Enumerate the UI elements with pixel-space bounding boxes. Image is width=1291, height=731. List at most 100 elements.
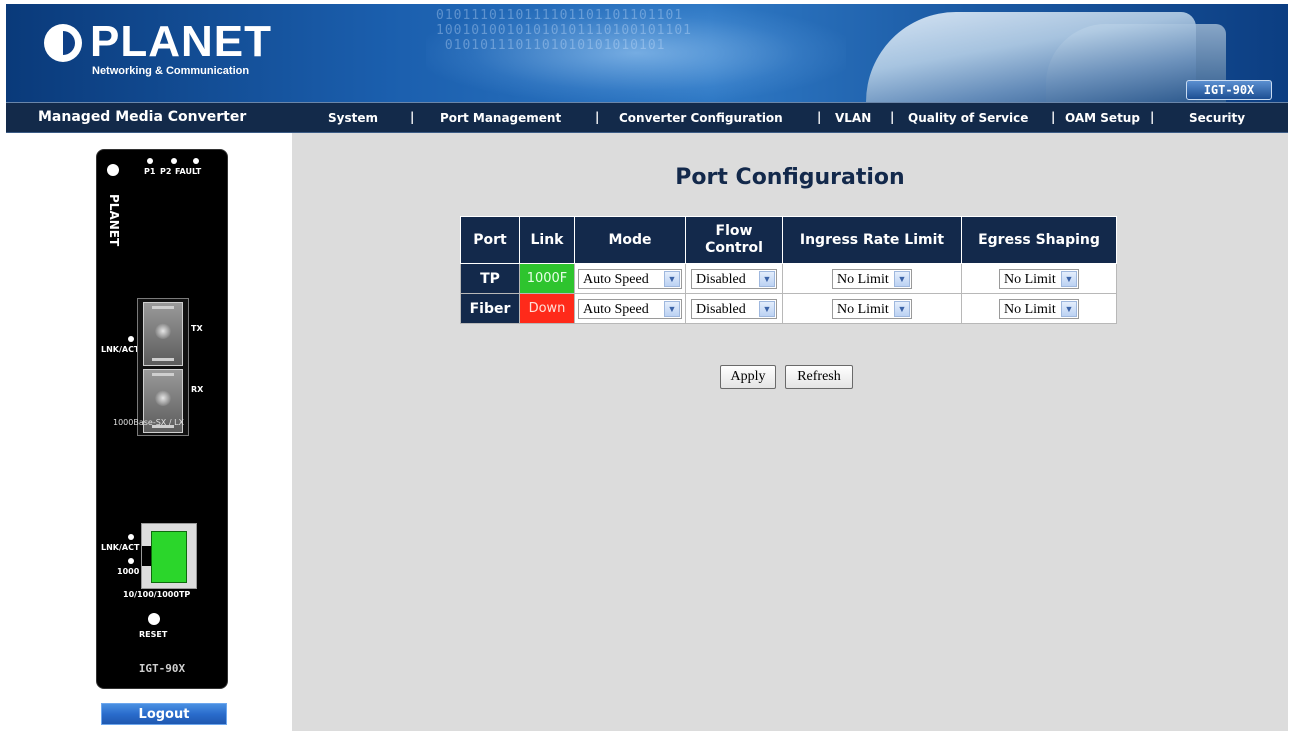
apply-button[interactable]: Apply <box>720 365 776 389</box>
chevron-down-icon: ▼ <box>759 270 775 287</box>
sfp-lnk-label: LNK/ACT <box>101 345 140 354</box>
left-panel: P1 P2 FAULT PLANET LNK/ACT TX RX 1000Bas… <box>6 133 292 731</box>
planet-logo: PLANET Networking & Communication <box>44 18 274 80</box>
flow-control-cell: Disabled ▼ <box>685 263 783 294</box>
logout-button[interactable]: Logout <box>101 703 227 725</box>
nav-item-port-management[interactable]: Port Management <box>440 111 561 125</box>
ingress-cell: No Limit ▼ <box>782 293 962 324</box>
p1-led-icon <box>147 158 153 164</box>
nav-item-quality-of-service[interactable]: Quality of Service <box>908 111 1028 125</box>
nav-separator: | <box>890 110 895 124</box>
led-label-p2: P2 <box>160 167 172 176</box>
main-content: Port Configuration Port Link Mode Flow C… <box>292 133 1288 731</box>
app-window: 0101110110111101101101101101 10010100101… <box>6 4 1288 731</box>
reset-button-icon <box>148 613 160 625</box>
egress-cell: No Limit ▼ <box>961 263 1117 294</box>
device-front-panel: P1 P2 FAULT PLANET LNK/ACT TX RX 1000Bas… <box>96 149 228 689</box>
fiber-tx-port <box>143 302 183 366</box>
nav-item-system[interactable]: System <box>328 111 378 125</box>
port-config-table: Port Link Mode Flow Control Ingress Rate… <box>460 216 1117 324</box>
sfp-lnk-led-icon <box>128 336 134 342</box>
flow-control-select[interactable]: Disabled ▼ <box>691 268 777 289</box>
device-planet-logo: PLANET <box>107 164 121 247</box>
chevron-down-icon: ▼ <box>664 270 680 287</box>
port-slot <box>152 373 174 376</box>
flow-control-select[interactable]: Disabled ▼ <box>691 298 777 319</box>
device-model-label: IGT-90X <box>138 662 186 675</box>
sfp-cage <box>137 298 189 436</box>
egress-select-value: No Limit <box>1004 301 1056 317</box>
ingress-rate-select[interactable]: No Limit ▼ <box>832 298 912 319</box>
col-header-link: Link <box>519 216 575 264</box>
col-header-flow-control: Flow Control <box>685 216 783 264</box>
banner-binary-pattern: 0101110110111101101101101101 10010100101… <box>436 8 692 53</box>
port-slot <box>152 306 174 309</box>
nav-separator: | <box>595 110 600 124</box>
egress-shaping-select[interactable]: No Limit ▼ <box>999 298 1079 319</box>
nav-item-security[interactable]: Security <box>1189 111 1245 125</box>
fault-led-icon <box>193 158 199 164</box>
ingress-rate-select[interactable]: No Limit ▼ <box>832 268 912 289</box>
refresh-button[interactable]: Refresh <box>785 365 853 389</box>
nav-item-vlan[interactable]: VLAN <box>835 111 871 125</box>
chevron-down-icon: ▼ <box>664 300 680 317</box>
sfp-tx-label: TX <box>191 324 203 333</box>
top-nav: Managed Media Converter System | Port Ma… <box>6 102 1288 133</box>
nav-separator: | <box>1150 110 1155 124</box>
mode-cell: Auto Speed ▼ <box>574 293 686 324</box>
logo-tagline: Networking & Communication <box>92 65 250 77</box>
nav-brand: Managed Media Converter <box>38 109 247 125</box>
sfp-rx-label: RX <box>191 385 204 394</box>
sfp-type-label: 1000Base-SX / LX <box>113 418 185 427</box>
ingress-cell: No Limit ▼ <box>782 263 962 294</box>
col-header-mode: Mode <box>574 216 686 264</box>
ingress-select-value: No Limit <box>837 301 889 317</box>
rj45-clip <box>142 546 151 566</box>
chevron-down-icon: ▼ <box>894 270 910 287</box>
led-label-fault: FAULT <box>175 167 202 176</box>
flow-header-line1: Flow <box>715 223 753 239</box>
rj45-jack-icon <box>151 531 187 583</box>
mode-select[interactable]: Auto Speed ▼ <box>578 298 682 319</box>
port-cell: TP <box>460 263 520 294</box>
port-cell: Fiber <box>460 293 520 324</box>
fiber-connector-icon <box>155 323 171 339</box>
egress-shaping-select[interactable]: No Limit ▼ <box>999 268 1079 289</box>
port-slot <box>152 358 174 361</box>
flow-control-select-value: Disabled <box>696 301 746 317</box>
nav-separator: | <box>817 110 822 124</box>
ingress-select-value: No Limit <box>837 271 889 287</box>
nav-item-converter-configuration[interactable]: Converter Configuration <box>619 111 783 125</box>
mode-cell: Auto Speed ▼ <box>574 263 686 294</box>
tp-speed-label: 1000 <box>117 567 140 576</box>
table-header-row: Port Link Mode Flow Control Ingress Rate… <box>460 216 1117 264</box>
egress-select-value: No Limit <box>1004 271 1056 287</box>
banner-train-image <box>866 12 1196 102</box>
nav-separator: | <box>1051 110 1056 124</box>
tp-lnk-label: LNK/ACT <box>101 543 140 552</box>
page-title: Port Configuration <box>675 165 905 190</box>
flow-control-select-value: Disabled <box>696 271 746 287</box>
model-badge: IGT-90X <box>1186 80 1272 100</box>
chevron-down-icon: ▼ <box>1061 300 1077 317</box>
nav-item-oam-setup[interactable]: OAM Setup <box>1065 111 1140 125</box>
flow-header-line2: Control <box>705 240 763 256</box>
tp-lnk-led-icon <box>128 534 134 540</box>
tp-speed-led-icon <box>128 558 134 564</box>
fiber-connector-icon <box>155 390 171 406</box>
rj45-port <box>141 523 197 589</box>
col-header-port: Port <box>460 216 520 264</box>
chevron-down-icon: ▼ <box>1061 270 1077 287</box>
mode-select[interactable]: Auto Speed ▼ <box>578 268 682 289</box>
egress-cell: No Limit ▼ <box>961 293 1117 324</box>
table-row: Fiber Down Auto Speed ▼ Disabled ▼ No Li… <box>460 293 1117 324</box>
device-logo-word: PLANET <box>107 194 121 247</box>
link-status-cell: 1000F <box>519 263 575 294</box>
col-header-ingress: Ingress Rate Limit <box>782 216 962 264</box>
planet-logo-icon <box>44 24 82 62</box>
link-status-cell: Down <box>519 293 575 324</box>
mode-select-value: Auto Speed <box>583 271 649 287</box>
reset-label: RESET <box>139 630 168 639</box>
tp-type-label: 10/100/1000TP <box>123 590 191 599</box>
logo-name: PLANET <box>90 17 272 66</box>
